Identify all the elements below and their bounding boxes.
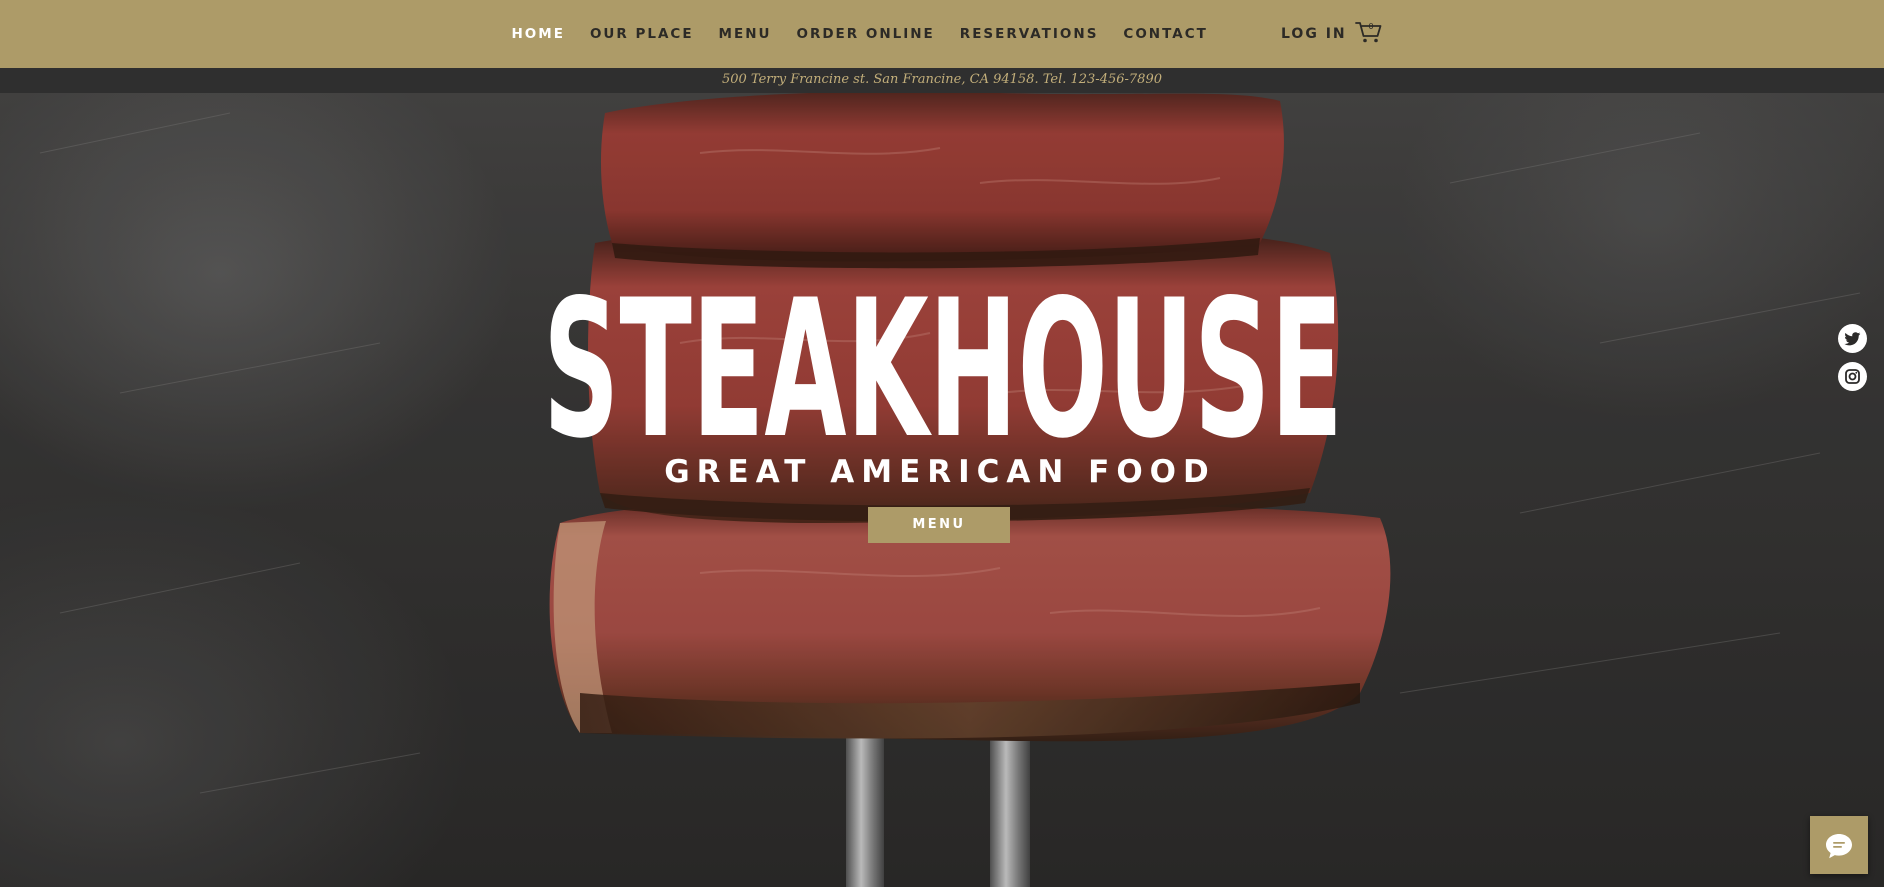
nav-menu[interactable]: MENU [706, 0, 784, 68]
hero-section: STEAKHOUSE GREAT AMERICAN FOOD MENU [0, 93, 1884, 887]
nav-home[interactable]: HOME [499, 0, 577, 68]
cart-button[interactable]: 0 [1355, 19, 1383, 45]
cart-count: 0 [1368, 22, 1374, 31]
nav-order-online[interactable]: ORDER ONLINE [784, 0, 947, 68]
login-link[interactable]: LOG IN [1281, 0, 1347, 68]
hero-tagline: GREAT AMERICAN FOOD [664, 454, 1216, 490]
twitter-link[interactable] [1838, 324, 1867, 353]
nav-contact[interactable]: CONTACT [1111, 0, 1220, 68]
twitter-icon [1844, 332, 1861, 346]
hero-overlay [0, 93, 1884, 887]
chat-button[interactable] [1810, 816, 1868, 874]
hero-title: STEAKHOUSE [543, 263, 1343, 453]
nav-reservations[interactable]: RESERVATIONS [947, 0, 1111, 68]
site-header: HOME OUR PLACE MENU ORDER ONLINE RESERVA… [0, 0, 1884, 68]
info-bar: 500 Terry Francine st. San Francine, CA … [0, 68, 1884, 93]
main-nav: HOME OUR PLACE MENU ORDER ONLINE RESERVA… [499, 0, 1220, 68]
address-phone-text: 500 Terry Francine st. San Francine, CA … [721, 72, 1162, 87]
nav-our-place[interactable]: OUR PLACE [577, 0, 706, 68]
chat-bubble-icon [1826, 834, 1852, 859]
instagram-icon [1845, 369, 1860, 384]
instagram-link[interactable] [1838, 362, 1867, 391]
menu-button[interactable]: MENU [868, 507, 1010, 543]
svg-text:STEAKHOUSE: STEAKHOUSE [543, 263, 1343, 453]
